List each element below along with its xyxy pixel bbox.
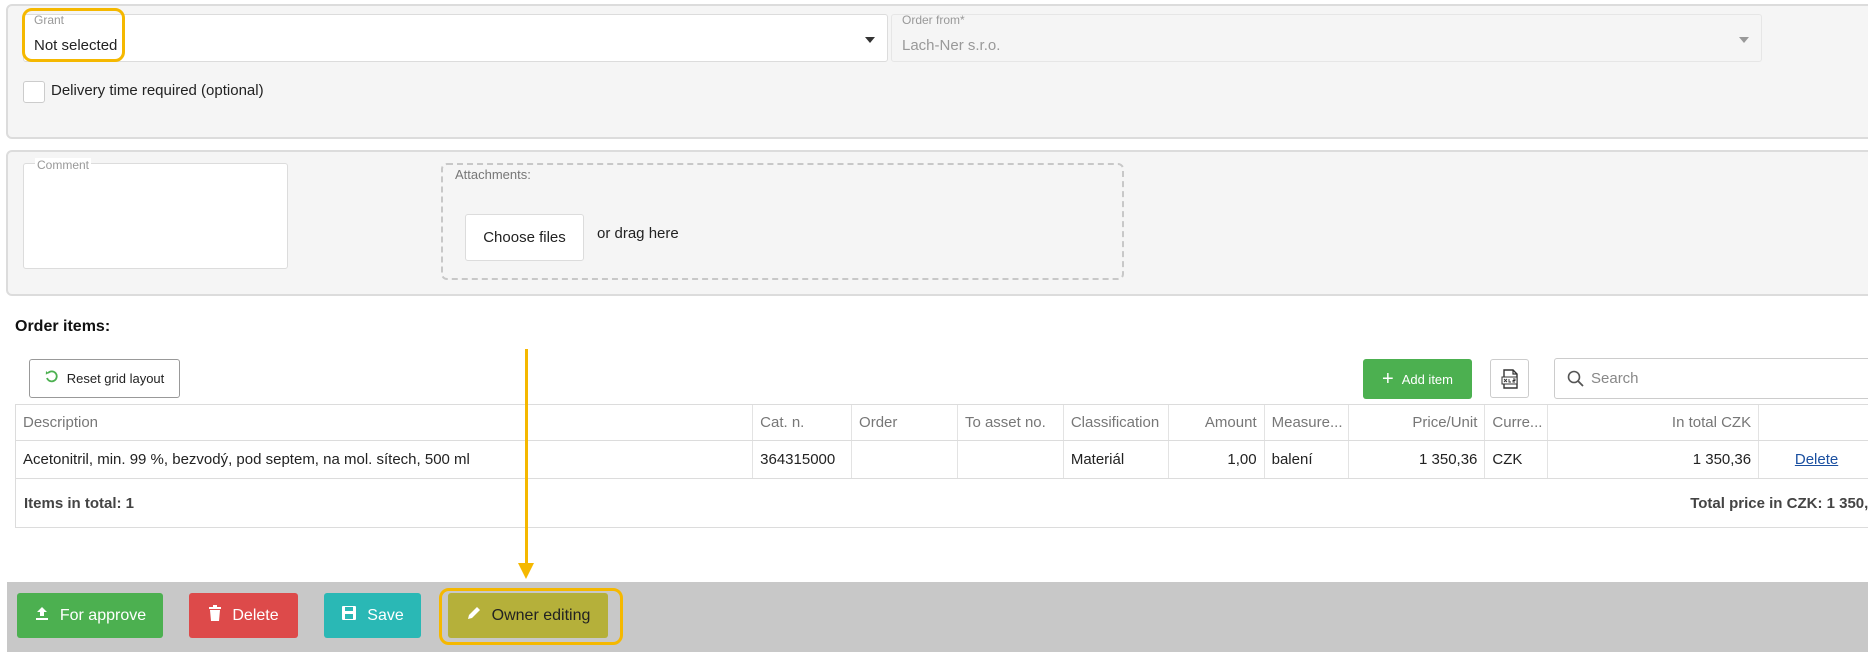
- reset-icon: [45, 370, 59, 387]
- reset-grid-layout-label: Reset grid layout: [66, 371, 165, 386]
- column-header-amount[interactable]: Amount: [1169, 405, 1265, 440]
- cell-price-unit: 1 350,36: [1349, 441, 1486, 478]
- xlsx-export-icon[interactable]: [1490, 359, 1529, 398]
- comment-label: Comment: [35, 158, 92, 172]
- delivery-time-label: Delivery time required (optional): [51, 82, 264, 99]
- delete-label: Delete: [232, 606, 279, 624]
- reset-grid-layout-button[interactable]: Reset grid layout: [29, 359, 180, 398]
- owner-editing-highlight: [439, 588, 623, 645]
- delete-button[interactable]: Delete: [189, 593, 298, 638]
- save-icon: [341, 605, 357, 626]
- annotation-arrow-head: [518, 563, 534, 579]
- plus-icon: +: [1382, 368, 1394, 390]
- order-from-label: Order from*: [902, 13, 965, 27]
- order-items-grid: Description Cat. n. Order To asset no. C…: [15, 404, 1868, 528]
- column-header-asset-no[interactable]: To asset no.: [958, 405, 1064, 440]
- cell-description: Acetonitril, min. 99 %, bezvodý, pod sep…: [16, 441, 754, 478]
- search-input[interactable]: [1591, 359, 1861, 398]
- add-item-button[interactable]: + Add item: [1363, 359, 1472, 399]
- column-header-description[interactable]: Description: [16, 405, 754, 440]
- column-header-cat-n[interactable]: Cat. n.: [753, 405, 853, 440]
- cell-measure: balení: [1265, 441, 1349, 478]
- column-header-actions: [1759, 405, 1868, 440]
- order-from-value: Lach-Ner s.r.o.: [902, 37, 1001, 54]
- delivery-time-checkbox[interactable]: [23, 81, 45, 103]
- items-total: Items in total: 1: [24, 495, 135, 512]
- cell-asset-no: [958, 441, 1064, 478]
- trash-icon: [208, 605, 222, 626]
- choose-files-button[interactable]: Choose files: [465, 214, 584, 261]
- cell-order: [852, 441, 958, 478]
- search-icon: [1567, 370, 1584, 391]
- chevron-down-icon: [1739, 37, 1749, 43]
- price-total: Total price in CZK: 1 350,36: [1690, 495, 1868, 512]
- comment-field[interactable]: Comment: [23, 158, 288, 269]
- attachments-dropzone[interactable]: Attachments: Choose files or drag here: [441, 163, 1124, 280]
- column-header-in-total[interactable]: In total CZK: [1548, 405, 1760, 440]
- column-header-price-unit[interactable]: Price/Unit: [1349, 405, 1486, 440]
- cell-classification: Materiál: [1064, 441, 1169, 478]
- column-header-measure[interactable]: Measure...: [1265, 405, 1349, 440]
- search-box[interactable]: [1554, 358, 1868, 399]
- for-approve-button[interactable]: For approve: [17, 593, 163, 638]
- upload-icon: [34, 605, 50, 626]
- drag-here-text: or drag here: [597, 225, 679, 242]
- add-item-label: Add item: [1401, 371, 1453, 387]
- cell-cat-n: 364315000: [753, 441, 853, 478]
- attachments-label: Attachments:: [455, 167, 531, 182]
- delete-row-link[interactable]: Delete: [1795, 451, 1838, 468]
- cell-amount: 1,00: [1169, 441, 1265, 478]
- table-row[interactable]: Acetonitril, min. 99 %, bezvodý, pod sep…: [16, 441, 1868, 479]
- cell-in-total: 1 350,36: [1548, 441, 1760, 478]
- for-approve-label: For approve: [59, 606, 147, 624]
- grid-footer: Items in total: 1 Total price in CZK: 1 …: [16, 479, 1868, 529]
- grant-select[interactable]: Grant Not selected: [23, 13, 888, 62]
- save-label: Save: [367, 606, 404, 624]
- order-from-select[interactable]: Order from* Lach-Ner s.r.o.: [891, 13, 1762, 62]
- annotation-arrow-line: [525, 349, 528, 565]
- column-header-order[interactable]: Order: [852, 405, 958, 440]
- chevron-down-icon: [865, 37, 875, 43]
- column-header-classification[interactable]: Classification: [1064, 405, 1169, 440]
- save-button[interactable]: Save: [324, 593, 421, 638]
- grid-header-row: Description Cat. n. Order To asset no. C…: [16, 405, 1868, 441]
- column-header-currency[interactable]: Curre...: [1485, 405, 1549, 440]
- cell-actions: Delete: [1759, 441, 1868, 478]
- order-items-title: Order items:: [15, 318, 111, 335]
- cell-currency: CZK: [1485, 441, 1549, 478]
- grant-highlight: [22, 8, 125, 62]
